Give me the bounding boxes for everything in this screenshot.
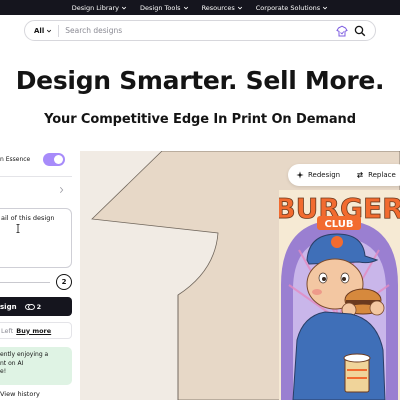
design-actions-pill: Redesign Replace bbox=[288, 164, 400, 186]
hanger-button[interactable] bbox=[336, 25, 348, 37]
nav-item-design-tools[interactable]: Design Tools bbox=[140, 4, 189, 12]
nav-item-resources[interactable]: Resources bbox=[202, 4, 243, 12]
nav-item-label: Corporate Solutions bbox=[255, 3, 321, 12]
design-settings-panel: n Essence ail of this design 2 sign 2 Le… bbox=[0, 146, 78, 400]
credits-cost: 2 bbox=[24, 302, 42, 311]
search-filter-label: All bbox=[34, 26, 45, 35]
nav-item-label: Resources bbox=[201, 3, 235, 12]
search-filter-dropdown[interactable]: All bbox=[25, 27, 52, 35]
essence-toggle[interactable] bbox=[43, 153, 65, 166]
sparkle-icon bbox=[296, 171, 304, 179]
divider bbox=[0, 176, 72, 177]
buy-more-link[interactable]: Buy more bbox=[16, 327, 51, 335]
promo-line: e! bbox=[0, 368, 7, 375]
design-canvas: Redesign Replace BURGER CLUB bbox=[80, 151, 400, 400]
chevron-down-icon bbox=[121, 6, 127, 9]
credits-value: 2 bbox=[36, 302, 42, 311]
promo-banner: ently enjoying a nt on AI e! bbox=[0, 347, 72, 385]
prompt-text: ail of this design bbox=[1, 214, 55, 222]
view-history-link[interactable]: View history bbox=[0, 390, 40, 398]
credits-left-text: Left bbox=[1, 326, 14, 335]
prompt-textarea[interactable]: ail of this design bbox=[0, 208, 72, 268]
search-button[interactable] bbox=[354, 25, 366, 37]
chevron-down-icon bbox=[323, 6, 328, 9]
nav-item-label: Design Library bbox=[71, 3, 120, 12]
redesign-button[interactable]: Redesign bbox=[296, 171, 340, 179]
replace-label: Replace bbox=[368, 171, 396, 179]
swap-icon bbox=[357, 171, 364, 179]
chevron-right-icon[interactable] bbox=[58, 186, 65, 194]
essence-label: n Essence bbox=[0, 156, 31, 163]
promo-line: nt on AI bbox=[0, 359, 24, 367]
search-bar: All bbox=[24, 20, 376, 41]
nav-item-design-library[interactable]: Design Library bbox=[72, 4, 127, 12]
count-slider-track[interactable] bbox=[0, 282, 50, 283]
promo-line: ently enjoying a bbox=[0, 351, 49, 358]
search-divider bbox=[58, 24, 60, 37]
burger-club-artwork[interactable]: BURGER CLUB bbox=[279, 190, 400, 400]
hero-title: Design Smarter. Sell More. bbox=[15, 66, 385, 95]
artwork-title-bottom: CLUB bbox=[324, 219, 353, 230]
design-button-label: sign bbox=[0, 302, 17, 311]
hanger-icon bbox=[336, 25, 348, 36]
redesign-label: Redesign bbox=[308, 171, 341, 179]
design-count[interactable]: 2 bbox=[56, 274, 72, 290]
search-icon bbox=[354, 25, 366, 36]
design-button[interactable]: sign 2 bbox=[0, 297, 72, 316]
chevron-down-icon bbox=[47, 29, 52, 32]
chevron-down-icon bbox=[183, 6, 188, 9]
nav-item-label: Design Tools bbox=[140, 3, 181, 12]
nav-item-corporate-solutions[interactable]: Corporate Solutions bbox=[256, 4, 328, 12]
coins-icon bbox=[24, 303, 35, 310]
top-nav: Design Library Design Tools Resources Co… bbox=[0, 0, 400, 15]
text-cursor-icon bbox=[16, 224, 20, 233]
chevron-down-icon bbox=[237, 6, 242, 9]
replace-button[interactable]: Replace bbox=[356, 171, 396, 179]
toggle-knob bbox=[54, 155, 63, 164]
hero-subtitle: Your Competitive Edge In Print On Demand bbox=[44, 112, 356, 127]
search-input[interactable] bbox=[65, 26, 336, 35]
credits-remaining-bar: Left Buy more bbox=[0, 322, 72, 339]
